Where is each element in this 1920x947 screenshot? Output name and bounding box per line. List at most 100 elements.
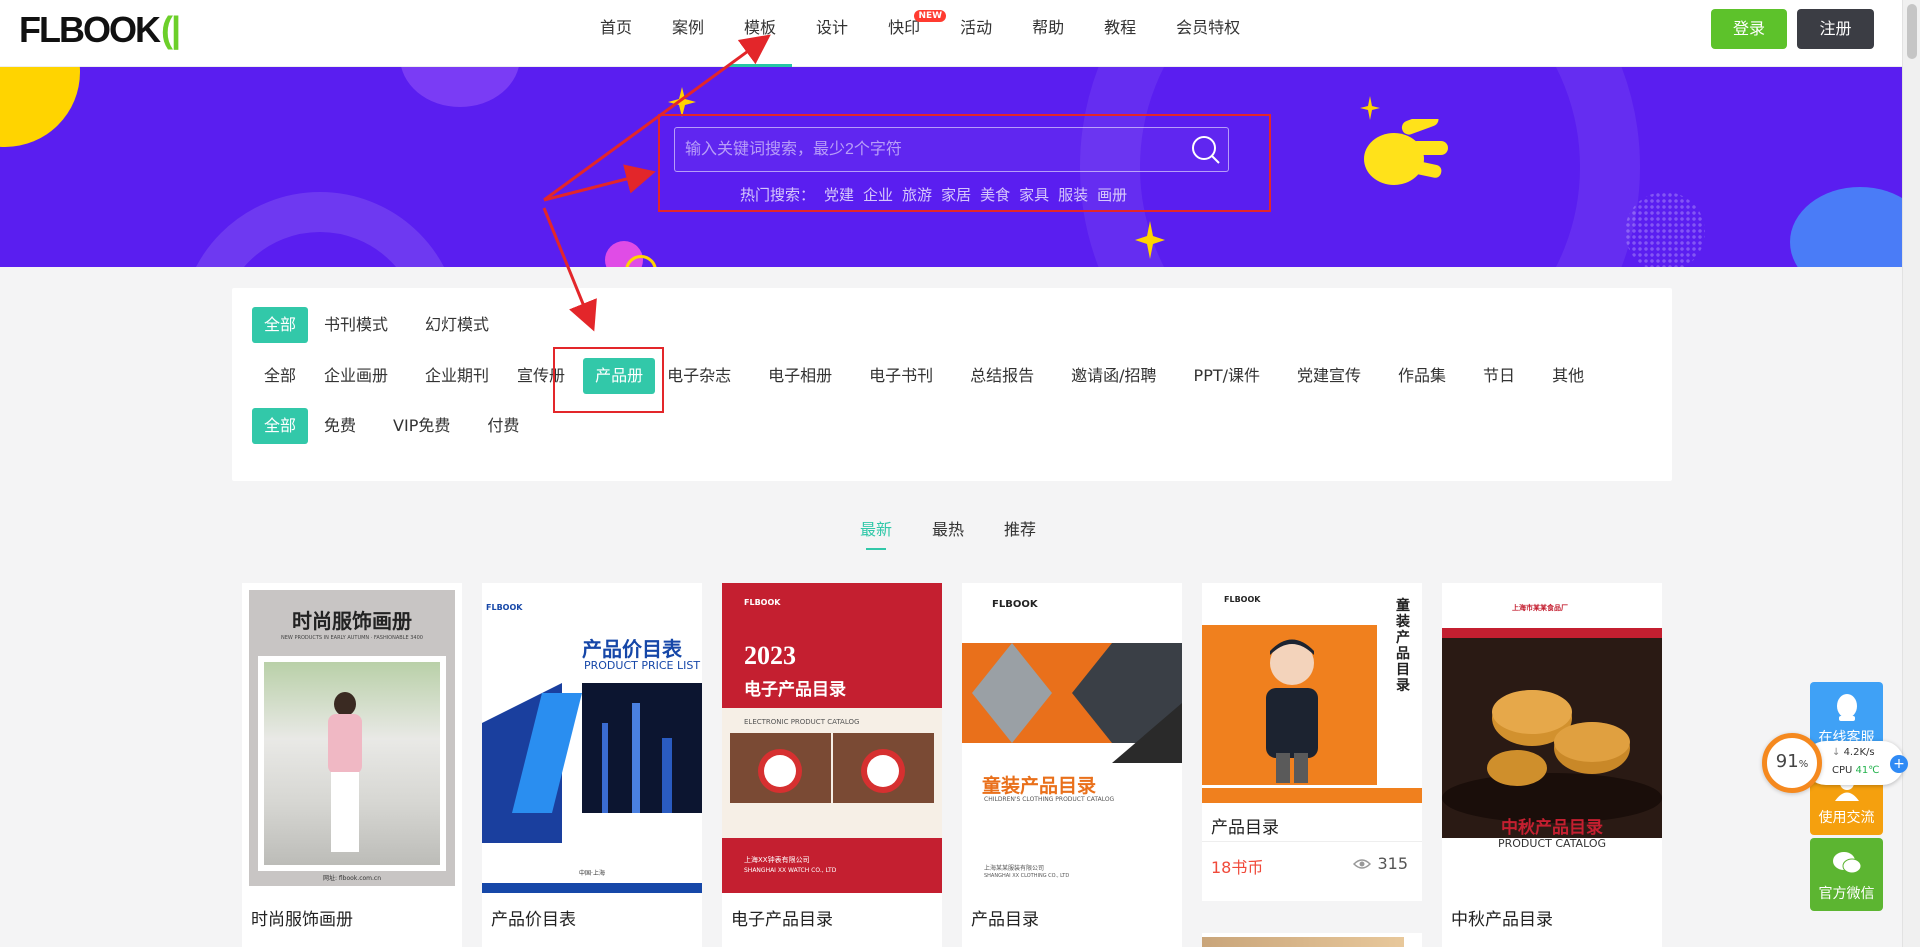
annotation-box <box>553 347 664 413</box>
card-title[interactable]: 产品目录 <box>1211 813 1279 838</box>
template-cover[interactable]: 时尚服饰画册 NEW PRODUCTS IN EARLY AUTUMN · FA… <box>242 583 462 893</box>
card-title[interactable]: 产品目录 <box>971 905 1039 930</box>
filter-category[interactable]: 总结报告 <box>958 358 1046 394</box>
system-monitor-widget[interactable]: 91% ↓ 4.2K/s CPU 41℃ + <box>1762 733 1908 793</box>
dotted-circle-decoration <box>1625 192 1705 267</box>
page-scrollbar[interactable] <box>1902 0 1920 947</box>
flbook-logo[interactable]: FLBOOK (| <box>19 9 181 50</box>
net-speed: ↓ 4.2K/s <box>1832 747 1875 758</box>
filter-price-all[interactable]: 全部 <box>252 408 309 444</box>
template-cover[interactable]: 上海市某某食品厂 中秋产品目录 PRODUCT CATALOG <box>1442 583 1662 893</box>
price-filter-row: 全部 免费 VIP免费 付费 <box>252 408 535 444</box>
cover-heading: 2023 <box>744 641 796 670</box>
cover-subtitle: PRODUCT PRICE LIST <box>584 659 701 672</box>
logo-text: FLBOOK <box>19 9 161 50</box>
logo-bracket-icon: (| <box>160 9 181 50</box>
purple-blob-decoration <box>400 67 520 107</box>
filter-price-free[interactable]: 免费 <box>312 408 368 444</box>
filter-category[interactable]: 电子杂志 <box>655 358 743 394</box>
top-header: FLBOOK (| 首页 案例 模板 设计 快印 NEW 活动 帮助 教程 会员特权… <box>0 0 1902 67</box>
login-button[interactable]: 登录 <box>1711 9 1787 49</box>
cover-footer-2: SHANGHAI XX CLOTHING CO., LTD <box>984 873 1070 879</box>
filter-price-paid[interactable]: 付费 <box>475 408 531 444</box>
cover-logo: FLBOOK <box>744 598 781 607</box>
card-title[interactable]: 中秋产品目录 <box>1451 905 1553 930</box>
price-label: 18书币 <box>1211 858 1264 877</box>
cover-footer: 上海XX钟表有限公司 <box>744 856 810 864</box>
filter-category[interactable]: 党建宣传 <box>1285 358 1373 394</box>
view-count-value: 315 <box>1377 854 1408 873</box>
template-cover[interactable]: FLBOOK 童装产品目录 CHILDREN'S CLOTHING PRODUC… <box>962 583 1182 893</box>
filter-category[interactable]: 作品集 <box>1386 358 1458 394</box>
filter-mode-slides[interactable]: 幻灯模式 <box>413 307 501 343</box>
filter-panel: 全部 书刊模式 幻灯模式 全部 企业画册 企业期刊 宣传册 产品册 电子杂志 电… <box>232 288 1672 481</box>
card-title[interactable]: 产品价目表 <box>491 905 576 930</box>
template-card[interactable]: FLBOOK 童装产品目录 产品目录 18书币 315 <box>1202 583 1422 901</box>
official-wechat-label: 官方微信 <box>1818 886 1875 902</box>
tab-recommended[interactable]: 推荐 <box>1004 516 1036 550</box>
nav-design[interactable]: 设计 <box>816 0 848 67</box>
filter-category[interactable]: 企业期刊 <box>413 358 501 394</box>
cover-graphic <box>482 683 702 843</box>
cover-logo: FLBOOK <box>486 603 523 612</box>
tab-latest[interactable]: 最新 <box>860 516 892 550</box>
cover-logo: FLBOOK <box>1224 595 1261 604</box>
cover-footer-2: SHANGHAI XX WATCH CO., LTD <box>744 867 837 874</box>
template-card[interactable] <box>1202 933 1422 947</box>
cover-subtitle: CHILDREN'S CLOTHING PRODUCT CATALOG <box>984 796 1115 803</box>
filter-category[interactable]: 电子书刊 <box>857 358 945 394</box>
cover-heading: 中秋产品目录 <box>1501 818 1603 838</box>
nav-events[interactable]: 活动 <box>960 0 992 67</box>
filter-category[interactable]: 电子相册 <box>756 358 844 394</box>
filter-mode-book[interactable]: 书刊模式 <box>312 307 400 343</box>
template-cover[interactable]: FLBOOK 2023 电子产品目录 ELECTRONIC PRODUCT CA… <box>722 583 942 893</box>
cover-subtitle: ELECTRONIC PRODUCT CATALOG <box>744 718 860 726</box>
filter-price-vip[interactable]: VIP免费 <box>381 408 462 444</box>
filter-mode-all[interactable]: 全部 <box>252 307 309 343</box>
new-badge: NEW <box>914 10 947 22</box>
template-card[interactable]: FLBOOK 2023 电子产品目录 ELECTRONIC PRODUCT CA… <box>722 583 942 947</box>
cover-heading: 时尚服饰画册 <box>292 609 412 633</box>
nav-quick-print[interactable]: 快印 NEW <box>888 0 947 67</box>
template-cover[interactable]: FLBOOK 童装产品目录 <box>1202 583 1422 803</box>
filter-category[interactable]: PPT/课件 <box>1182 358 1272 394</box>
cover-subtitle: NEW PRODUCTS IN EARLY AUTUMN · FASHIONAB… <box>281 635 423 641</box>
sort-tabs: 最新 最热 推荐 <box>860 516 1076 550</box>
mooncake-photo <box>1442 638 1662 838</box>
register-button[interactable]: 注册 <box>1797 9 1874 49</box>
filter-category[interactable]: 其他 <box>1540 358 1596 394</box>
template-card[interactable]: 时尚服饰画册 NEW PRODUCTS IN EARLY AUTUMN · FA… <box>242 583 462 947</box>
card-title[interactable]: 电子产品目录 <box>731 905 833 930</box>
template-cover[interactable]: FLBOOK 产品价目表 PRODUCT PRICE LIST 中国·上海 <box>482 583 702 893</box>
filter-category[interactable]: 节日 <box>1471 358 1527 394</box>
template-card[interactable]: FLBOOK 童装产品目录 CHILDREN'S CLOTHING PRODUC… <box>962 583 1182 947</box>
view-count: 315 <box>1353 854 1408 873</box>
yellow-circle-decoration <box>0 67 80 147</box>
cover-footer: 网址: flbook.com.cn <box>322 875 382 882</box>
filter-category[interactable]: 企业画册 <box>312 358 400 394</box>
expand-plus-icon[interactable]: + <box>1890 755 1908 773</box>
user-exchange-label: 使用交流 <box>1818 810 1875 826</box>
category-filter-row: 全部 企业画册 企业期刊 宣传册 产品册 电子杂志 电子相册 电子书刊 总结报告… <box>252 358 1600 394</box>
card-title[interactable]: 时尚服饰画册 <box>251 905 353 930</box>
cover-logo: 上海市某某食品厂 <box>1512 604 1568 612</box>
alarm-clock-photo <box>730 733 934 803</box>
cpu-temp: CPU 41℃ <box>1832 765 1880 776</box>
nav-vip[interactable]: 会员特权 <box>1176 0 1240 67</box>
sparkle-icon <box>1360 96 1380 120</box>
tab-hottest[interactable]: 最热 <box>932 516 964 550</box>
nav-tutorials[interactable]: 教程 <box>1104 0 1136 67</box>
template-card[interactable]: FLBOOK 产品价目表 PRODUCT PRICE LIST 中国·上海 产品… <box>482 583 702 947</box>
ring-decoration <box>180 192 460 267</box>
nav-help[interactable]: 帮助 <box>1032 0 1064 67</box>
eye-icon <box>1353 858 1372 869</box>
filter-category-all[interactable]: 全部 <box>252 358 308 394</box>
cover-logo: FLBOOK <box>992 599 1038 610</box>
scrollbar-thumb[interactable] <box>1907 4 1917 59</box>
cover-footer: 上海某某服装有限公司 <box>984 865 1045 872</box>
cover-graphic <box>962 643 1182 763</box>
filter-category[interactable]: 邀请函/招聘 <box>1059 358 1168 394</box>
template-card[interactable]: 上海市某某食品厂 中秋产品目录 PRODUCT CATALOG 中秋产品目录 <box>1442 583 1662 947</box>
memory-percent: 91% <box>1775 751 1809 772</box>
official-wechat-button[interactable]: 官方微信 <box>1810 838 1883 911</box>
